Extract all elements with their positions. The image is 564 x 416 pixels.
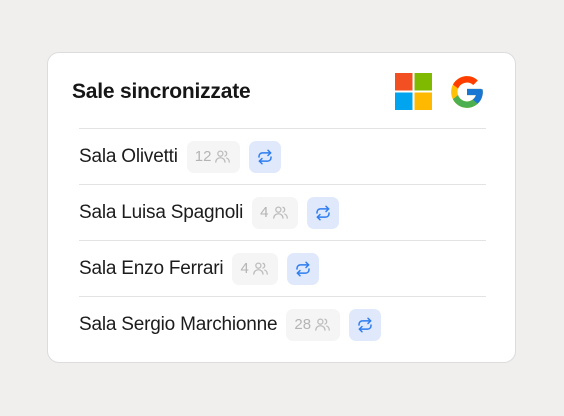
sync-icon (358, 317, 372, 332)
sync-button[interactable] (349, 308, 382, 341)
people-icon (252, 262, 268, 275)
room-row: Sala Sergio Marchionne 28 (79, 296, 486, 352)
capacity-count: 4 (240, 260, 249, 277)
sync-icon (315, 205, 330, 220)
synced-rooms-card: Sale sincronizzate Sala Olivetti 12 Sala… (47, 52, 516, 363)
people-icon (315, 318, 330, 331)
people-icon (215, 150, 231, 163)
sync-icon (258, 149, 273, 164)
google-logo (451, 76, 483, 108)
sync-button[interactable] (286, 252, 319, 285)
capacity-badge: 12 (186, 140, 241, 173)
room-name: Sala Luisa Spagnoli (79, 201, 244, 223)
room-name: Sala Enzo Ferrari (79, 257, 224, 279)
sync-icon (296, 261, 310, 276)
card-header: Sale sincronizzate (48, 53, 515, 129)
microsoft-logo (395, 73, 432, 110)
room-row: Sala Enzo Ferrari 4 (79, 240, 486, 296)
capacity-count: 4 (260, 204, 269, 221)
people-icon (272, 206, 288, 219)
capacity-count: 28 (294, 316, 312, 333)
room-row: Sala Luisa Spagnoli 4 (79, 184, 486, 240)
card-title: Sale sincronizzate (72, 80, 251, 103)
capacity-count: 12 (194, 148, 212, 165)
room-name: Sala Olivetti (79, 145, 178, 167)
capacity-badge: 4 (232, 252, 278, 285)
room-list: Sala Olivetti 12 Sala Luisa Spagnoli 4 S… (79, 128, 486, 352)
sync-button[interactable] (306, 196, 339, 229)
capacity-badge: 4 (252, 196, 298, 229)
room-name: Sala Sergio Marchionne (79, 313, 278, 335)
capacity-badge: 28 (286, 308, 341, 341)
room-row: Sala Olivetti 12 (79, 128, 486, 184)
sync-button[interactable] (249, 140, 282, 173)
